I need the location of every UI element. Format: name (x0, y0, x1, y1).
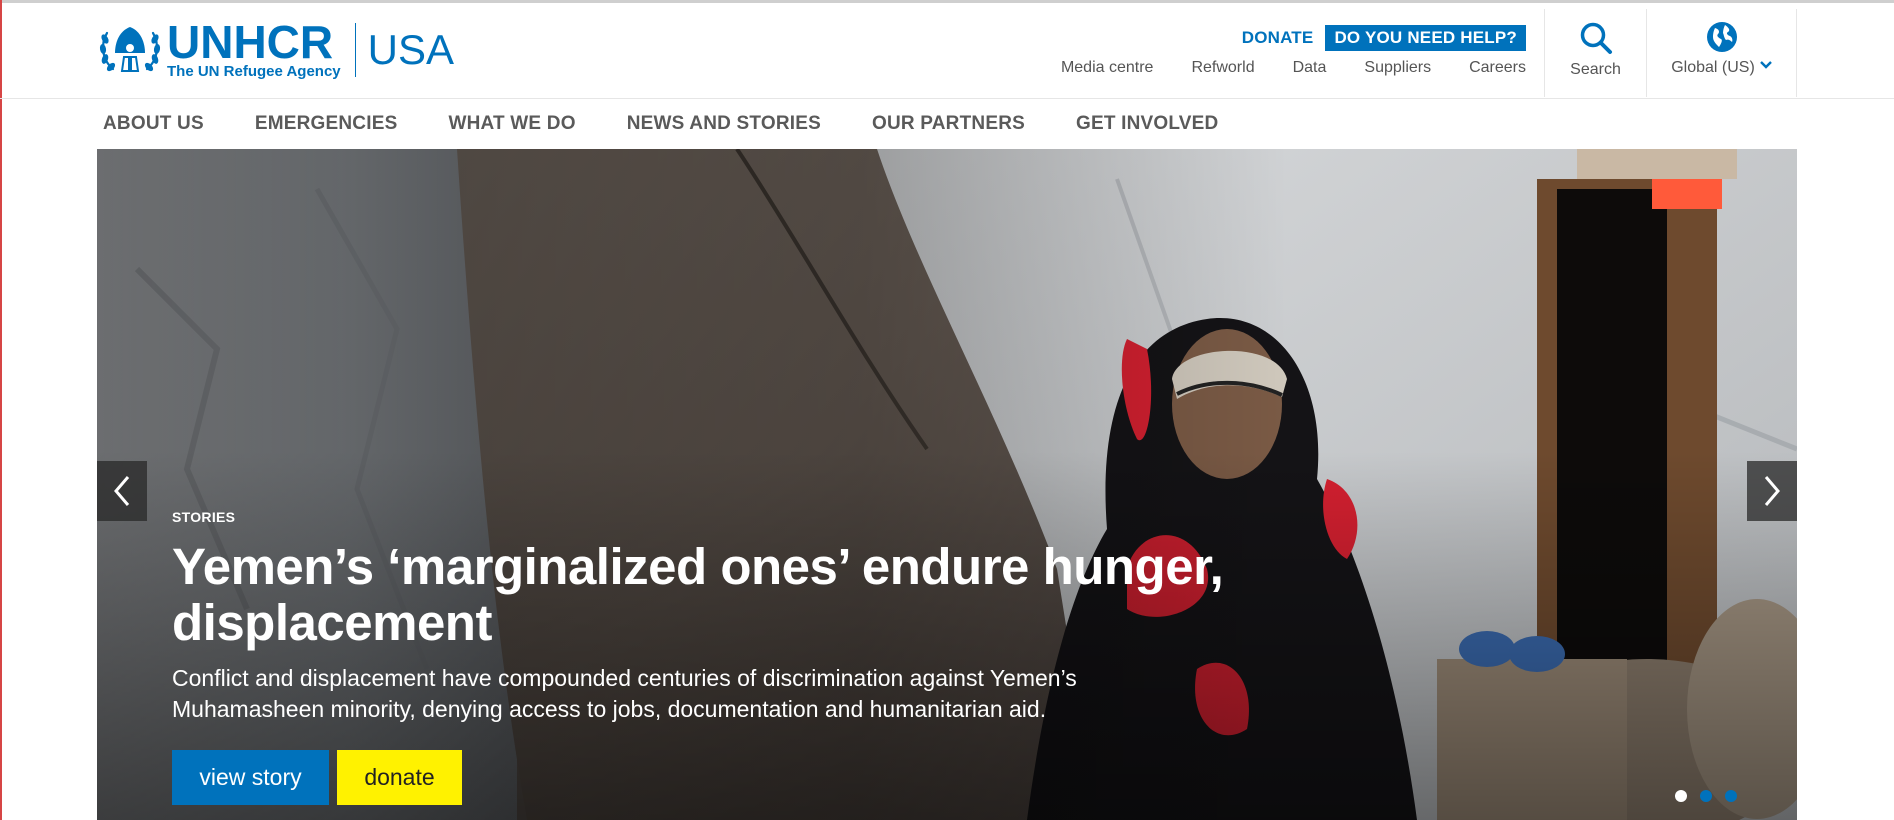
nav-what-we-do[interactable]: WHAT WE DO (448, 113, 575, 135)
need-help-button[interactable]: DO YOU NEED HELP? (1325, 25, 1526, 51)
chevron-right-icon (1764, 476, 1780, 506)
region-label: Global (US) (1671, 59, 1755, 76)
utility-link-refworld[interactable]: Refworld (1191, 59, 1254, 77)
carousel-dot-2[interactable] (1700, 790, 1712, 802)
site-header: UNHCR The UN Refugee Agency USA DONATE D… (0, 3, 1894, 99)
chevron-down-icon (1759, 61, 1772, 69)
donate-button[interactable]: donate (337, 750, 462, 805)
search-button[interactable]: Search (1544, 9, 1646, 97)
hero-description: Conflict and displacement have compounde… (172, 665, 1077, 722)
carousel-dot-3[interactable] (1725, 790, 1737, 802)
unhcr-logo[interactable]: UNHCR The UN Refugee Agency USA (97, 18, 454, 82)
donate-link[interactable]: DONATE (1242, 28, 1314, 48)
nav-news-and-stories[interactable]: NEWS AND STORIES (627, 113, 821, 135)
logo-text: UNHCR The UN Refugee Agency (167, 16, 341, 80)
utility-link-suppliers[interactable]: Suppliers (1364, 59, 1431, 77)
window-left-edge (0, 0, 2, 820)
nav-our-partners[interactable]: OUR PARTNERS (872, 113, 1025, 135)
logo-tagline: The UN Refugee Agency (167, 63, 341, 80)
nav-about-us[interactable]: ABOUT US (103, 113, 204, 135)
nav-emergencies[interactable]: EMERGENCIES (255, 113, 398, 135)
region-selector[interactable]: Global (US) (1646, 9, 1797, 97)
nav-get-involved[interactable]: GET INVOLVED (1076, 113, 1218, 135)
view-story-button[interactable]: view story (172, 750, 329, 805)
search-label: Search (1570, 61, 1621, 78)
utility-link-data[interactable]: Data (1293, 59, 1327, 77)
main-nav: ABOUT US EMERGENCIES WHAT WE DO NEWS AND… (103, 99, 1218, 149)
utility-link-media-centre[interactable]: Media centre (1061, 59, 1154, 77)
logo-country: USA (367, 26, 455, 73)
carousel-dots (1675, 790, 1737, 802)
hero-headline[interactable]: Yemen’s ‘marginalized ones’ endure hunge… (172, 539, 1312, 651)
hero-buttons: view story donate (172, 750, 1372, 805)
logo-divider (354, 23, 356, 77)
globe-icon (1706, 22, 1737, 52)
unhcr-emblem-icon (99, 27, 161, 72)
utility-link-careers[interactable]: Careers (1469, 59, 1526, 77)
carousel-dot-1[interactable] (1675, 790, 1687, 802)
logo-wordmark: UNHCR (167, 16, 334, 68)
utility-nav: Media centre Refworld Data Suppliers Car… (1061, 59, 1526, 77)
hero-kicker: STORIES (172, 509, 236, 525)
search-icon (1580, 22, 1612, 54)
carousel-prev-button[interactable] (97, 461, 147, 521)
hero-carousel: STORIES Yemen’s ‘marginalized ones’ endu… (97, 149, 1797, 820)
top-actions: DONATE DO YOU NEED HELP? (1242, 25, 1526, 51)
carousel-next-button[interactable] (1747, 461, 1797, 521)
hero-content: STORIES Yemen’s ‘marginalized ones’ endu… (172, 509, 1372, 805)
region-label-wrap: Global (US) (1671, 59, 1772, 77)
chevron-left-icon (114, 476, 130, 506)
